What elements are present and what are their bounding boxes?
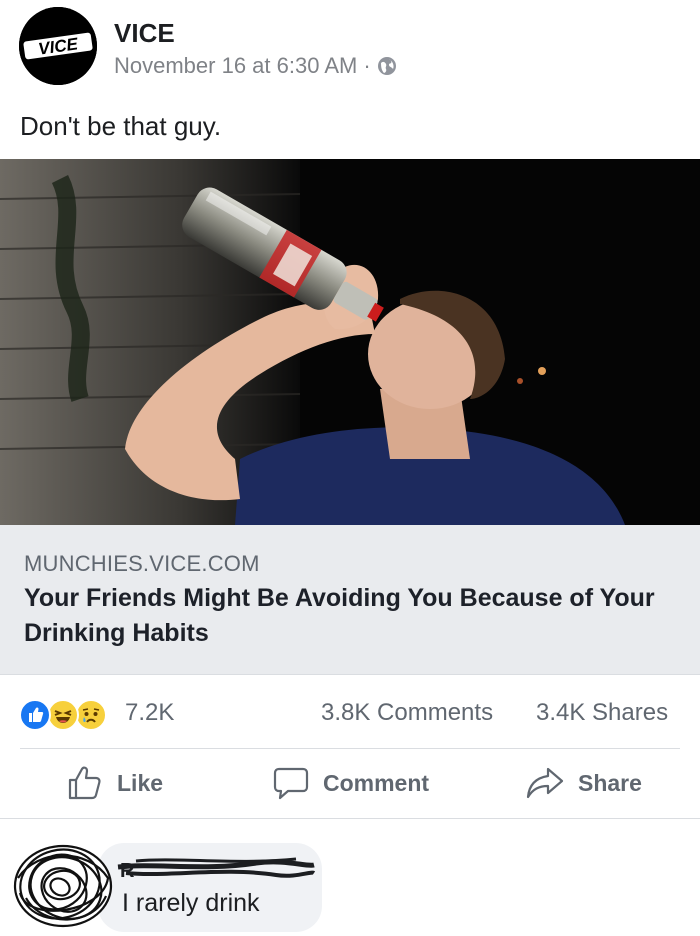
redacted-commenter-name: R [117,857,316,882]
comment-icon [273,767,309,800]
globe-icon [377,56,397,76]
share-button[interactable]: Share [526,765,642,801]
engagement-stats: 7.2K 3.8K Comments 3.4K Shares [0,676,700,748]
thumbs-up-icon [68,766,101,800]
svg-text:R: R [120,860,135,882]
like-label: Like [117,769,164,796]
vice-logo: VICE [19,7,97,85]
share-arrow-icon [526,767,564,799]
reaction-icons[interactable] [19,699,107,731]
share-count[interactable]: 3.4K Shares [536,699,668,727]
divider [0,818,700,819]
comment-bubble: R I rarely drink [98,843,322,932]
post-actions: Like Comment Share [0,749,700,817]
link-domain: MUNCHIES.VICE.COM [24,551,260,576]
sad-reaction-icon [75,699,107,731]
comment-text: I rarely drink [122,889,260,917]
like-button[interactable]: Like [67,765,163,801]
commenter-avatar-redacted[interactable] [8,838,118,934]
haha-reaction-icon [47,699,79,731]
link-preview[interactable]: MUNCHIES.VICE.COM Your Friends Might Be … [0,525,700,675]
post-timestamp[interactable]: November 16 at 6:30 AM [114,53,357,79]
comment-button[interactable]: Comment [273,765,429,801]
comment-count[interactable]: 3.8K Comments [321,699,493,727]
meta-separator: · [363,53,371,78]
post-meta: November 16 at 6:30 AM · [114,53,397,79]
reaction-count[interactable]: 7.2K [125,699,174,727]
drinking-photo [0,159,700,525]
post-caption: Don't be that guy. [20,111,222,141]
comment-label: Comment [323,769,430,796]
share-label: Share [578,769,642,796]
link-preview-image[interactable] [0,159,700,525]
like-reaction-icon [19,699,51,731]
page-avatar[interactable]: VICE [19,7,97,85]
page-name[interactable]: VICE [114,18,175,49]
post-header: VICE VICE November 16 at 6:30 AM · [0,0,700,100]
link-title[interactable]: Your Friends Might Be Avoiding You Becau… [24,581,684,651]
